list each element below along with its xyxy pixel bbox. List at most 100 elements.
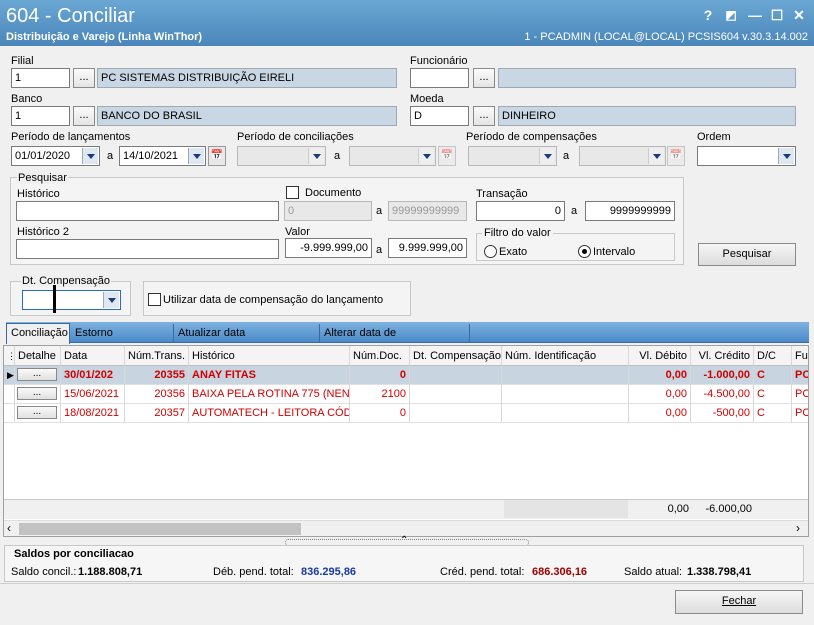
- filial-code-input[interactable]: 1: [11, 68, 70, 88]
- dt-compensacao-input[interactable]: [22, 290, 121, 310]
- window-title: 604 - Conciliar: [6, 5, 135, 27]
- column-header[interactable]: Data: [61, 346, 125, 366]
- pesquisar-group-label: Pesquisar: [17, 172, 68, 184]
- banco-lookup-button[interactable]: ...: [73, 106, 95, 126]
- periodo-conc-to-input[interactable]: [349, 146, 436, 166]
- moeda-lookup-button[interactable]: ...: [473, 106, 495, 126]
- column-header[interactable]: D/C: [754, 346, 792, 366]
- historico2-label: Histórico 2: [17, 226, 69, 238]
- documento-from-input[interactable]: 0: [284, 201, 372, 221]
- restore-button[interactable]: ◩: [722, 6, 740, 24]
- calendar-icon[interactable]: 📅: [438, 146, 456, 166]
- valor-from-input[interactable]: -9.999.999,00: [285, 238, 372, 258]
- minimize-button[interactable]: —: [746, 6, 764, 24]
- deb-pend-label: Déb. pend. total:: [213, 566, 294, 578]
- chevron-down-icon[interactable]: [418, 148, 434, 164]
- utilizar-label: Utilizar data de compensação do lançamen…: [163, 294, 384, 306]
- window-subtitle: Distribuição e Varejo (Linha WinThor): [6, 31, 203, 43]
- intervalo-radio[interactable]: [578, 245, 591, 258]
- column-header[interactable]: Detalhe: [15, 346, 61, 366]
- column-header[interactable]: Núm.Trans.: [125, 346, 189, 366]
- periodo-comp-to-input[interactable]: [579, 146, 666, 166]
- dtcomp-cell: [410, 404, 502, 423]
- exato-radio[interactable]: [484, 245, 497, 258]
- column-header[interactable]: Histórico: [189, 346, 350, 366]
- chevron-down-icon[interactable]: [308, 148, 324, 164]
- moeda-name-field: DINHEIRO: [498, 106, 796, 126]
- funcionario-code-input[interactable]: [410, 68, 469, 88]
- intervalo-label: Intervalo: [593, 246, 636, 258]
- calendar-icon[interactable]: 📅: [208, 146, 226, 166]
- help-button[interactable]: ?: [699, 6, 717, 24]
- historico2-input[interactable]: [16, 239, 279, 259]
- documento-to-input[interactable]: 99999999999: [388, 201, 467, 221]
- detalhe-button[interactable]: ...: [17, 406, 57, 419]
- moeda-code-input[interactable]: D: [410, 106, 469, 126]
- column-header[interactable]: Vl. Crédito: [691, 346, 754, 366]
- row-indicator: [4, 385, 15, 404]
- chevron-down-icon[interactable]: [539, 148, 555, 164]
- periodo-lanc-to-input[interactable]: 14/10/2021: [119, 146, 206, 166]
- chevron-down-icon[interactable]: [103, 292, 119, 308]
- tab-atualizar-data[interactable]: Atualizar data compensação: [174, 324, 320, 358]
- grid-menu-icon[interactable]: ⋮: [4, 346, 15, 366]
- ident-cell: [502, 366, 629, 385]
- historico-input[interactable]: [16, 201, 279, 221]
- documento-checkbox[interactable]: [286, 186, 299, 199]
- dc-cell: C: [754, 366, 792, 385]
- detalhe-button[interactable]: ...: [17, 387, 57, 400]
- data-grid[interactable]: ⋮ Detalhe Data Núm.Trans. Histórico Núm.…: [3, 345, 809, 537]
- banco-code-input[interactable]: 1: [11, 106, 70, 126]
- periodo-lanc-a-label: a: [107, 150, 114, 162]
- filial-lookup-button[interactable]: ...: [73, 68, 95, 88]
- periodo-compensacoes-label: Período de compensações: [466, 131, 597, 143]
- periodo-lanc-from-value: 01/01/2020: [15, 150, 71, 162]
- data-cell: 30/01/202: [61, 366, 125, 385]
- chevron-down-icon[interactable]: [82, 148, 98, 164]
- scrollbar-thumb[interactable]: [19, 523, 301, 535]
- fechar-button[interactable]: Fechar: [675, 590, 803, 614]
- scroll-left-icon[interactable]: ‹: [7, 521, 11, 535]
- valor-to-input[interactable]: 9.999.999,00: [388, 238, 467, 258]
- periodo-lanc-from-input[interactable]: 01/01/2020: [11, 146, 100, 166]
- utilizar-checkbox[interactable]: [148, 293, 161, 306]
- detalhe-button[interactable]: ...: [17, 368, 57, 381]
- column-header[interactable]: Fu: [792, 346, 808, 366]
- maximize-button[interactable]: ☐: [768, 6, 786, 24]
- tab-conciliacao[interactable]: Conciliação: [6, 323, 70, 344]
- chevron-down-icon[interactable]: [778, 148, 794, 164]
- trans-cell: 20357: [125, 404, 189, 423]
- column-header[interactable]: Vl. Débito: [629, 346, 691, 366]
- periodo-comp-from-input[interactable]: [468, 146, 557, 166]
- valor-a-label: a: [376, 244, 383, 256]
- pesquisar-button[interactable]: Pesquisar: [698, 243, 796, 266]
- transacao-from-input[interactable]: 0: [476, 201, 565, 221]
- column-header[interactable]: Dt. Compensação: [410, 346, 502, 366]
- saldo-concil-value: 1.188.808,71: [78, 566, 143, 578]
- footer-spacer: [504, 500, 628, 518]
- tab-alterar-data[interactable]: Alterar data de compensados: [320, 324, 470, 358]
- deb-pend-value: 836.295,86: [301, 566, 357, 578]
- text-cursor-icon: [53, 285, 56, 313]
- hist-cell: ANAY FITAS: [189, 366, 350, 385]
- chevron-down-icon[interactable]: [648, 148, 664, 164]
- column-header[interactable]: Núm.Doc.: [350, 346, 410, 366]
- cred-cell: -1.000,00: [691, 366, 754, 385]
- ordem-select[interactable]: [697, 146, 796, 166]
- data-cell: 18/08/2021: [61, 404, 125, 423]
- fu-cell: PC: [792, 385, 808, 404]
- close-button[interactable]: ✕: [790, 6, 808, 24]
- tab-estorno-conciliacao[interactable]: Estorno conciliação: [71, 324, 174, 358]
- column-header[interactable]: Núm. Identificação: [502, 346, 629, 366]
- funcionario-lookup-button[interactable]: ...: [473, 68, 495, 88]
- periodo-conc-from-input[interactable]: [237, 146, 326, 166]
- chevron-down-icon[interactable]: [188, 148, 204, 164]
- transacao-to-input[interactable]: 9999999999: [585, 201, 675, 221]
- hist-cell: AUTOMATECH - LEITORA CÓDIG: [189, 404, 350, 423]
- filtro-valor-label: Filtro do valor: [482, 227, 553, 239]
- calendar-icon[interactable]: 📅: [667, 146, 685, 166]
- scroll-right-icon[interactable]: ›: [796, 521, 800, 535]
- dc-cell: C: [754, 404, 792, 423]
- cred-pend-label: Créd. pend. total:: [440, 566, 525, 578]
- row-pointer-icon: ▶: [4, 366, 15, 385]
